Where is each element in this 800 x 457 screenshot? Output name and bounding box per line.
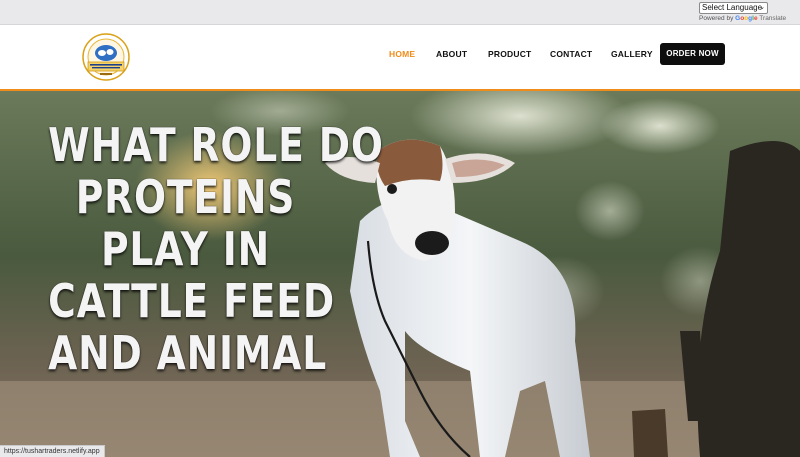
powered-by-google: Powered by Google Translate xyxy=(699,15,786,22)
order-now-button[interactable]: ORDER NOW xyxy=(660,43,725,65)
google-logo-icon: Google xyxy=(735,15,758,22)
hero-title-line: AND ANIMAL xyxy=(48,326,328,380)
hero-title-line: WHAT ROLE DO xyxy=(48,118,384,172)
language-select[interactable]: Select Language ⌄ xyxy=(699,2,768,14)
hero-title-line: PROTEINS xyxy=(75,170,296,224)
site-header: HOME ABOUT PRODUCT CONTACT GALLERY ORDER… xyxy=(0,25,800,91)
nav-contact[interactable]: CONTACT xyxy=(550,49,592,59)
hero-title-line: CATTLE FEED xyxy=(48,274,335,328)
translate-label: Translate xyxy=(759,15,787,22)
nav-about[interactable]: ABOUT xyxy=(436,49,467,59)
translate-bar: Select Language ⌄ Powered by Google Tran… xyxy=(0,0,800,25)
main-nav: HOME ABOUT PRODUCT CONTACT GALLERY ORDER… xyxy=(0,25,800,91)
language-select-label: Select Language xyxy=(702,3,763,12)
powered-by-label: Powered by xyxy=(699,15,734,22)
chevron-down-icon: ⌄ xyxy=(759,4,765,11)
nav-product[interactable]: PRODUCT xyxy=(488,49,531,59)
nav-gallery[interactable]: GALLERY xyxy=(611,49,653,59)
nav-home[interactable]: HOME xyxy=(389,49,415,59)
hero-section: WHAT ROLE DO PROTEINS PLAY IN CATTLE FEE… xyxy=(0,91,800,457)
hero-title: WHAT ROLE DO PROTEINS PLAY IN CATTLE FEE… xyxy=(48,118,384,380)
hero-title-line: PLAY IN xyxy=(100,222,271,276)
status-bar-url: https://tushartraders.netlify.app xyxy=(0,445,105,457)
